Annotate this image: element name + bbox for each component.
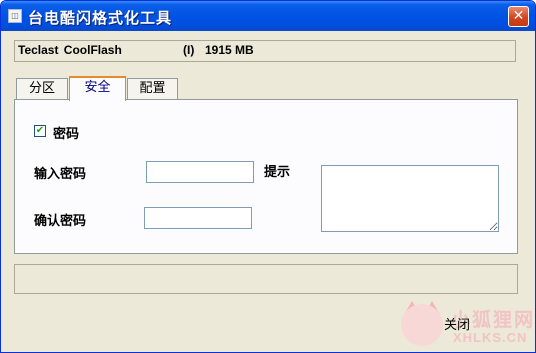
close-button[interactable]: 关闭 <box>444 314 470 333</box>
tab-partition[interactable]: 分区 <box>16 78 68 100</box>
device-name: Teclast CoolFlash <box>18 43 122 57</box>
watermark-fox-icon <box>401 304 443 346</box>
hint-textarea[interactable] <box>321 165 499 232</box>
status-bar <box>14 264 518 294</box>
window-title: 台电酷闪格式化工具 <box>28 9 173 27</box>
device-capacity: 1915 MB <box>205 43 254 57</box>
tab-config[interactable]: 配置 <box>127 78 178 100</box>
password-checkbox-label: 密码 <box>53 127 80 142</box>
app-window: ◫ 台电酷闪格式化工具 ✕ Teclast CoolFlash (I) 1915… <box>0 0 536 353</box>
device-drive-letter: (I) <box>183 43 195 57</box>
confirm-password-input[interactable] <box>144 207 252 229</box>
tab-security[interactable]: 安全 <box>69 76 126 101</box>
enter-password-input[interactable] <box>146 161 254 183</box>
confirm-password-label: 确认密码 <box>34 214 87 229</box>
hint-label: 提示 <box>264 165 291 180</box>
title-bar[interactable]: ◫ 台电酷闪格式化工具 ✕ <box>1 1 535 31</box>
device-info-bar: Teclast CoolFlash (I) 1915 MB <box>14 40 516 62</box>
app-icon: ◫ <box>8 9 22 23</box>
password-checkbox[interactable]: ✔ <box>34 125 46 137</box>
window-close-button[interactable]: ✕ <box>508 6 529 27</box>
enter-password-label: 输入密码 <box>34 167 87 182</box>
